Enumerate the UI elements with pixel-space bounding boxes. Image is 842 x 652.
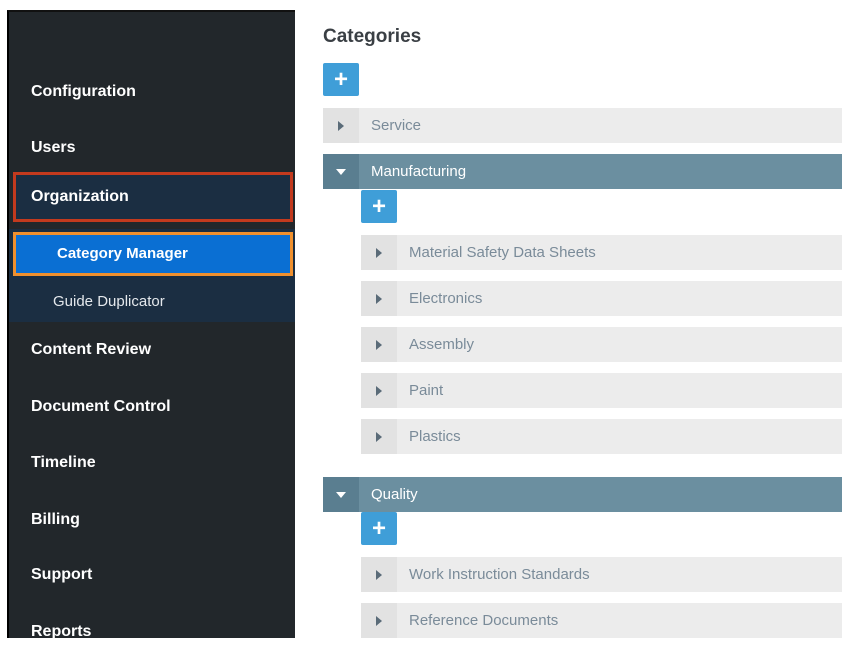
category-row-service[interactable]: Service xyxy=(323,108,842,143)
subcategory-label: Electronics xyxy=(409,290,483,307)
sidebar-item-timeline[interactable]: Timeline xyxy=(9,443,295,483)
sidebar-item-configuration[interactable]: Configuration xyxy=(9,72,295,112)
category-label: Service xyxy=(371,117,422,134)
sidebar-item-organization[interactable]: Organization xyxy=(13,172,293,222)
expand-arrow-icon[interactable] xyxy=(361,373,397,408)
expand-arrow-icon[interactable] xyxy=(361,557,397,592)
subcategory-label: Material Safety Data Sheets xyxy=(409,244,596,261)
sidebar-item-support[interactable]: Support xyxy=(9,555,295,595)
subcategory-label: Assembly xyxy=(409,336,475,353)
sidebar-item-users[interactable]: Users xyxy=(9,128,295,168)
subcategory-row[interactable]: Paint xyxy=(361,373,842,408)
subcategory-label: Work Instruction Standards xyxy=(409,566,590,583)
add-category-button[interactable]: + xyxy=(323,63,359,96)
sidebar-item-document-control[interactable]: Document Control xyxy=(9,387,295,427)
collapse-arrow-icon[interactable] xyxy=(323,154,359,189)
category-row-manufacturing[interactable]: Manufacturing xyxy=(323,154,842,189)
add-subcategory-button[interactable]: + xyxy=(361,190,397,223)
expand-arrow-icon[interactable] xyxy=(361,327,397,362)
category-label: Quality xyxy=(371,486,418,503)
subcategory-row[interactable]: Assembly xyxy=(361,327,842,362)
subcategory-label: Reference Documents xyxy=(409,612,559,629)
sidebar-subitem-guide-duplicator[interactable]: Guide Duplicator xyxy=(53,287,165,317)
collapse-arrow-icon[interactable] xyxy=(323,477,359,512)
page-title: Categories xyxy=(323,26,422,47)
expand-arrow-icon[interactable] xyxy=(361,235,397,270)
subcategory-label: Paint xyxy=(409,382,444,399)
subcategory-row[interactable]: Material Safety Data Sheets xyxy=(361,235,842,270)
category-row-quality[interactable]: Quality xyxy=(323,477,842,512)
subcategory-row[interactable]: Work Instruction Standards xyxy=(361,557,842,592)
expand-arrow-icon[interactable] xyxy=(361,281,397,316)
admin-sidebar: Configuration Users Organization Categor… xyxy=(7,10,295,640)
add-subcategory-button[interactable]: + xyxy=(361,512,397,545)
sidebar-item-billing[interactable]: Billing xyxy=(9,500,295,540)
sidebar-item-content-review[interactable]: Content Review xyxy=(9,330,295,370)
expand-arrow-icon[interactable] xyxy=(361,419,397,454)
subcategory-row[interactable]: Reference Documents xyxy=(361,603,842,638)
sidebar-item-reports[interactable]: Reports xyxy=(9,612,295,652)
expand-arrow-icon[interactable] xyxy=(361,603,397,638)
category-label: Manufacturing xyxy=(371,163,467,180)
organization-submenu: Category Manager Guide Duplicator xyxy=(9,229,295,322)
subcategory-row[interactable]: Electronics xyxy=(361,281,842,316)
expand-arrow-icon[interactable] xyxy=(323,108,359,143)
subcategory-row[interactable]: Plastics xyxy=(361,419,842,454)
sidebar-subitem-category-manager[interactable]: Category Manager xyxy=(13,232,293,276)
subcategory-label: Plastics xyxy=(409,428,461,445)
